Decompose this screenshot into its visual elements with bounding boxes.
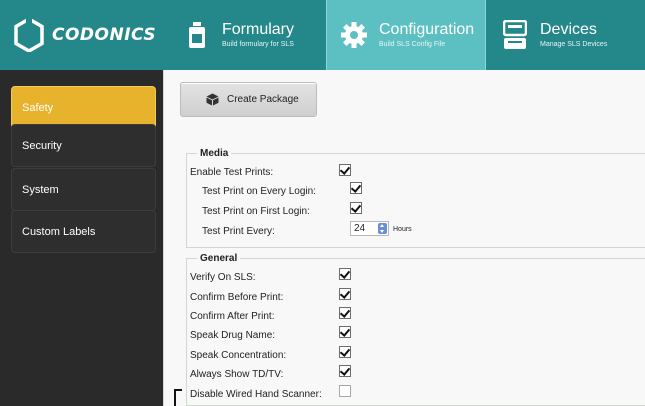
brand-name: CODONICS	[52, 25, 157, 45]
general-legend: General	[197, 253, 241, 264]
main-panel: Create Package Media Enable Test Prints:…	[163, 70, 645, 406]
sidebar-item-label: System	[22, 183, 59, 196]
bottle-icon	[182, 18, 212, 52]
codonics-hexagon-icon	[14, 18, 44, 52]
sidebar-item-label: Custom Labels	[22, 225, 96, 238]
speak-concentration-checkbox[interactable]	[339, 346, 351, 358]
tab-formulary-title: Formulary	[222, 21, 295, 38]
sidebar-item-label: Safety	[22, 101, 54, 114]
tab-configuration-subtitle: Build SLS Config File	[379, 41, 446, 48]
media-legend: Media	[197, 148, 232, 159]
speak-concentration-label: Speak Concentration:	[190, 350, 287, 361]
test-print-every-unit: Hours	[393, 226, 412, 233]
sidebar-item-custom-labels[interactable]: Custom Labels	[11, 210, 156, 253]
stepper-arrows-icon[interactable]	[378, 223, 387, 234]
tab-formulary[interactable]: Formulary Build formulary for SLS	[165, 0, 325, 70]
tab-configuration[interactable]: Configuration Build SLS Config File	[326, 0, 486, 70]
verify-on-sls-checkbox[interactable]	[339, 268, 351, 280]
tab-formulary-subtitle: Build formulary for SLS	[222, 41, 294, 48]
sidebar-item-label: Security	[22, 139, 62, 152]
confirm-after-print-checkbox[interactable]	[339, 307, 351, 319]
create-package-label: Create Package	[227, 94, 299, 105]
disable-wired-hand-scanner-checkbox[interactable]	[339, 385, 351, 397]
confirm-before-print-label: Confirm Before Print:	[190, 292, 284, 303]
tab-configuration-title: Configuration	[379, 21, 475, 38]
tab-devices-title: Devices	[540, 21, 597, 38]
package-icon	[206, 93, 219, 106]
verify-on-sls-label: Verify On SLS:	[190, 272, 256, 283]
tab-devices-subtitle: Manage SLS Devices	[540, 41, 608, 48]
always-show-tdtv-label: Always Show TD/TV:	[190, 369, 284, 380]
speak-drug-name-label: Speak Drug Name:	[190, 330, 276, 341]
sidebar: Safety Security System Custom Labels	[0, 70, 163, 406]
test-print-first-login-label: Test Print on First Login:	[202, 206, 310, 217]
test-print-every-login-label: Test Print on Every Login:	[202, 186, 316, 197]
enable-test-prints-label: Enable Test Prints:	[190, 167, 274, 178]
text-cursor-marker	[174, 389, 182, 406]
enable-test-prints-checkbox[interactable]	[339, 164, 351, 176]
sidebar-item-security[interactable]: Security	[11, 124, 156, 167]
codonics-logo: CODONICS	[0, 0, 165, 70]
gear-icon	[339, 18, 369, 52]
test-print-first-login-checkbox[interactable]	[350, 202, 362, 214]
test-print-every-label: Test Print Every:	[202, 226, 275, 237]
test-print-every-stepper[interactable]: 24	[350, 221, 389, 236]
test-print-every-value: 24	[354, 223, 366, 234]
test-print-every-login-checkbox[interactable]	[350, 182, 362, 194]
printer-device-icon	[500, 18, 530, 52]
create-package-button[interactable]: Create Package	[180, 82, 317, 117]
tab-devices[interactable]: Devices Manage SLS Devices	[488, 0, 645, 70]
confirm-before-print-checkbox[interactable]	[339, 288, 351, 300]
top-header: CODONICS Formulary Build formulary for S…	[0, 0, 645, 70]
disable-wired-hand-scanner-label: Disable Wired Hand Scanner:	[190, 389, 322, 400]
sidebar-item-safety[interactable]: Safety	[11, 86, 156, 129]
speak-drug-name-checkbox[interactable]	[339, 326, 351, 338]
sidebar-item-system[interactable]: System	[11, 168, 156, 211]
always-show-tdtv-checkbox[interactable]	[339, 365, 351, 377]
confirm-after-print-label: Confirm After Print:	[190, 311, 275, 322]
